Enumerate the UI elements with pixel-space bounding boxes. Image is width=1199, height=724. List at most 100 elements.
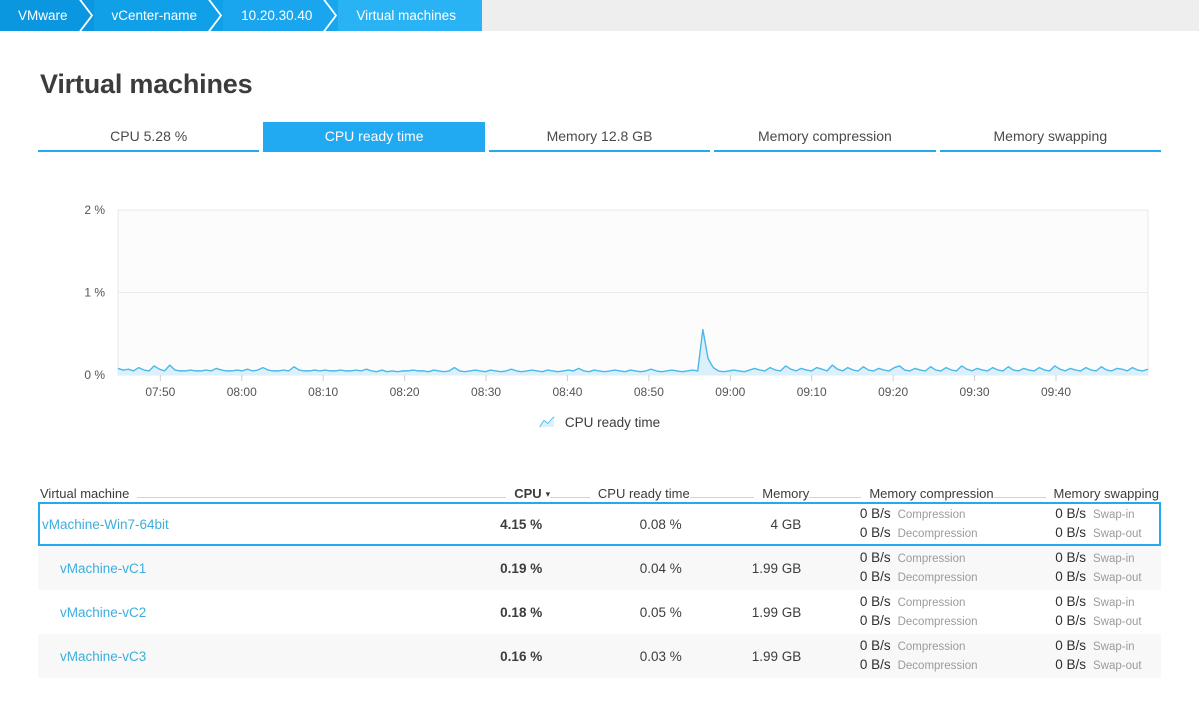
metric-line: 0 B/s Compression [809,506,985,523]
chart-legend: CPU ready time [38,415,1161,430]
memory-swapping-cell: 0 B/s Swap-in 0 B/s Swap-out [994,506,1159,542]
breadcrumb-item-4[interactable]: Virtual machines [338,0,482,31]
table-header-rule [689,497,755,498]
metric-tabs: CPU 5.28 % CPU ready time Memory 12.8 GB Me… [38,122,1162,152]
cpu-cell-value: 0.18 % [500,604,543,620]
metric-value: 0 B/s [859,613,891,628]
metric-value: 0 B/s [1055,569,1086,584]
tab-memory-12-8-gb[interactable]: Memory 12.8 GB [488,122,711,152]
metric-value: 0 B/s [859,506,891,521]
chart-xtick-label: 09:20 [878,385,908,399]
breadcrumb-item-3[interactable]: 10.20.30.40 [223,0,339,31]
table-row[interactable]: vMachine-vC1 0.19 % 0.04 % 1.99 GB 0 B/s Comp… [38,546,1161,590]
metric-label: Compression [897,553,966,565]
table-header-row: Virtual machine CPU ▾ CPU ready time Memory M… [38,474,1161,502]
table-header-mem[interactable]: Memory [689,480,809,502]
memory-cell: 1.99 GB [690,561,810,576]
memory-swapping-cell: 0 B/s Swap-in 0 B/s Swap-out [994,594,1159,630]
table-header-label: Memory swapping [1053,486,1160,501]
metric-label: Swap-out [1093,528,1142,540]
cpu-ready-time-cell-value: 0.08 % [639,516,682,532]
table-header-name[interactable]: Virtual machine [40,480,421,502]
metric-value: 0 B/s [859,657,891,672]
cpu-cell: 0.19 % [421,561,551,576]
cpu-ready-time-cell-value: 0.05 % [639,604,682,620]
metric-line: 0 B/s Swap-out [994,657,1151,674]
breadcrumb-chevron-icon [206,0,224,31]
cpu-ready-time-cell: 0.04 % [550,561,690,576]
cpu-cell-value: 4.15 % [500,516,543,532]
table-row[interactable]: vMachine-Win7-64bit 4.15 % 0.08 % 4 GB 0 B/s… [38,502,1161,546]
breadcrumb-item-1[interactable]: VMware [0,0,94,31]
tab-label: CPU ready time [324,128,424,144]
memory-compression-cell-lines: 0 B/s Compression 0 B/s Decompression [809,506,993,542]
metric-value: 0 B/s [859,569,891,584]
vm-name-link[interactable]: vMachine-vC1 [60,561,146,576]
memory-compression-cell: 0 B/s Compression 0 B/s Decompression [809,506,993,542]
metric-label: Swap-in [1093,597,1135,609]
memory-cell-value: 1.99 GB [751,604,802,620]
tab-memory-compression[interactable]: Memory compression [714,122,936,152]
table-header-comp[interactable]: Memory compression [809,480,994,502]
metric-line: 0 B/s Decompression [809,525,985,542]
tab-cpu-ready-time[interactable]: CPU ready time [263,122,485,152]
metric-label: Compression [897,641,966,653]
breadcrumb-item-2[interactable]: vCenter-name [93,0,224,31]
line-chart-icon [539,416,556,429]
metric-line: 0 B/s Compression [809,638,985,655]
memory-cell: 1.99 GB [690,605,810,620]
metric-value: 0 B/s [1055,594,1086,609]
metric-line: 0 B/s Swap-out [994,613,1151,630]
chart-xtick-label: 08:40 [552,385,582,399]
vm-name-cell: vMachine-vC1 [40,561,421,576]
table-header-swap[interactable]: Memory swapping [993,480,1160,502]
metric-line: 0 B/s Swap-in [994,550,1151,567]
memory-compression-cell-lines: 0 B/s Compression 0 B/s Decompression [809,594,993,630]
tab-label: Memory compression [758,128,892,144]
table-row[interactable]: vMachine-vC3 0.16 % 0.03 % 1.99 GB 0 B/s Comp… [38,634,1161,678]
table-header-label: CPU ready time [597,486,690,501]
tab-memory-swapping[interactable]: Memory swapping [939,122,1162,152]
chart-xtick-label: 09:30 [960,385,990,399]
chart-ytick-label: 0 % [84,368,105,382]
memory-cell-value: 4 GB [770,516,802,532]
cpu-ready-time-cell: 0.03 % [550,649,690,664]
vm-name-link[interactable]: vMachine-vC2 [60,605,146,620]
metric-line: 0 B/s Decompression [809,569,985,586]
metric-value: 0 B/s [1055,638,1086,653]
metric-value: 0 B/s [1055,657,1086,672]
vm-name-cell: vMachine-vC2 [40,605,421,620]
metric-line: 0 B/s Swap-out [994,525,1151,542]
table-header-cpu[interactable]: CPU ▾ [420,480,550,502]
tab-label: Memory 12.8 GB [546,128,653,144]
memory-swapping-cell: 0 B/s Swap-in 0 B/s Swap-out [994,638,1159,674]
chart-ytick-label: 2 % [84,203,105,217]
table-header-rule [993,497,1046,498]
cpu-ready-time-cell-value: 0.03 % [639,648,682,664]
table-row[interactable]: vMachine-vC2 0.18 % 0.05 % 1.99 GB 0 B/s Comp… [38,590,1161,634]
chart-svg: 0 % 1 % 2 % 07:50 08:00 08:10 08:20 08:30 08:40 0… [84,203,1149,399]
table-header-rule [809,497,862,498]
metric-line: 0 B/s Decompression [809,613,985,630]
vm-name-link[interactable]: vMachine-vC3 [60,649,146,664]
metric-label: Decompression [897,616,978,628]
metric-label: Swap-in [1093,553,1135,565]
memory-cell-value: 1.99 GB [751,560,802,576]
metric-value: 0 B/s [859,638,891,653]
table-header-ready[interactable]: CPU ready time [550,480,690,502]
memory-cell: 1.99 GB [690,649,810,664]
chart-ytick-label: 1 % [84,286,105,300]
chart-xtick-label: 09:40 [1041,385,1071,399]
vm-name-link[interactable]: vMachine-Win7-64bit [42,517,169,532]
metric-label: Compression [897,597,966,609]
memory-compression-cell: 0 B/s Compression 0 B/s Decompression [809,638,993,674]
tab-cpu-5-28[interactable]: CPU 5.28 % [38,122,260,152]
memory-cell-value: 1.99 GB [751,648,802,664]
chart-xtick-label: 08:10 [308,385,338,399]
cpu-cell: 0.16 % [421,649,551,664]
chart-xtick-label: 08:00 [227,385,257,399]
metric-line: 0 B/s Swap-in [994,506,1151,523]
metric-value: 0 B/s [1055,550,1086,565]
breadcrumb-label: 10.20.30.40 [241,8,313,23]
metric-value: 0 B/s [1055,525,1086,540]
